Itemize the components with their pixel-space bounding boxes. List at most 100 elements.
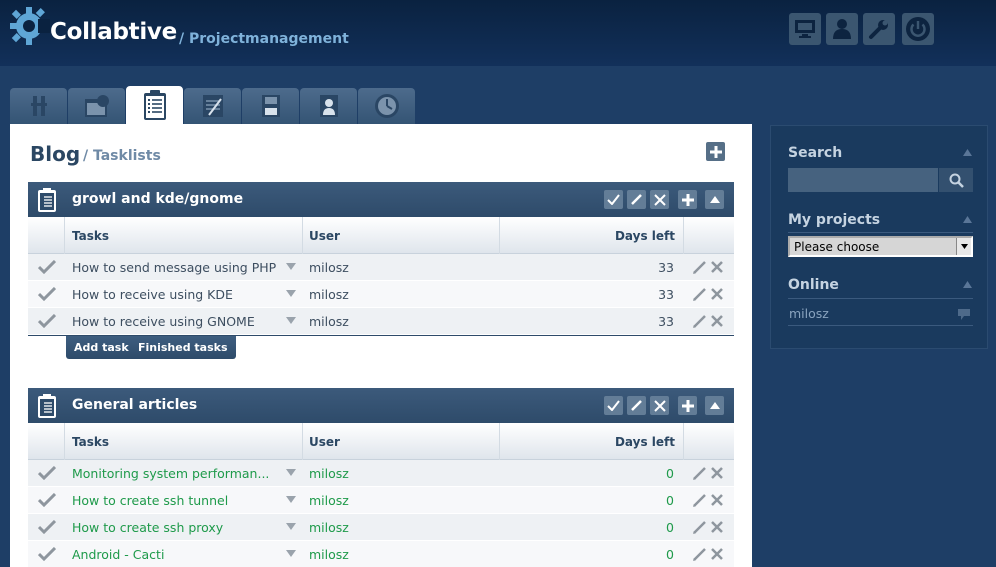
divider xyxy=(788,232,973,233)
pencil-icon[interactable] xyxy=(692,520,707,535)
column-tasks[interactable]: Tasks xyxy=(72,229,109,243)
chevron-down-icon[interactable] xyxy=(286,317,296,324)
user-link[interactable]: milosz xyxy=(309,287,349,302)
user-link[interactable]: milosz xyxy=(309,314,349,329)
task-link[interactable]: Android - Cacti xyxy=(72,547,164,562)
close-icon[interactable] xyxy=(710,260,724,274)
tab-calendar[interactable] xyxy=(68,88,125,124)
user-link[interactable]: milosz xyxy=(309,260,349,275)
desktop-button[interactable] xyxy=(789,13,821,45)
close-icon[interactable] xyxy=(710,547,724,561)
chevron-down-icon[interactable] xyxy=(286,290,296,297)
tasklist-title[interactable]: growl and kde/gnome xyxy=(72,191,243,207)
close-icon[interactable] xyxy=(710,493,724,507)
add-task-icon-button[interactable] xyxy=(678,190,697,209)
chevron-down-icon[interactable] xyxy=(286,496,296,503)
add-tasklist-button[interactable] xyxy=(706,142,725,161)
pencil-icon[interactable] xyxy=(692,287,707,302)
check-icon[interactable] xyxy=(38,287,56,301)
task-link[interactable]: How to create ssh tunnel xyxy=(72,493,228,508)
days-left: 33 xyxy=(658,314,674,329)
save-icon xyxy=(261,95,280,117)
finished-tasks-button[interactable]: Finished tasks xyxy=(130,336,236,359)
tab-desktop[interactable] xyxy=(10,88,67,124)
tab-tasks[interactable] xyxy=(126,86,183,124)
check-icon[interactable] xyxy=(38,547,56,561)
edit-list-button[interactable] xyxy=(627,190,646,209)
chevron-up-icon[interactable] xyxy=(963,281,972,288)
search-input[interactable] xyxy=(788,168,938,192)
tab-users[interactable] xyxy=(300,88,357,124)
check-icon[interactable] xyxy=(38,466,56,480)
tab-messages[interactable] xyxy=(184,88,241,124)
pencil-icon[interactable] xyxy=(692,547,707,562)
desktop-icon xyxy=(795,20,815,38)
delete-list-button[interactable] xyxy=(650,396,669,415)
task-link[interactable]: How to create ssh proxy xyxy=(72,520,223,535)
pencil-icon[interactable] xyxy=(692,493,707,508)
table-row: Android - Cacti milosz 0 xyxy=(28,541,734,567)
gear-logo-icon xyxy=(10,7,50,45)
user-link[interactable]: milosz xyxy=(309,520,349,535)
user-link[interactable]: milosz xyxy=(309,493,349,508)
chevron-up-icon[interactable] xyxy=(963,149,972,156)
delete-list-button[interactable] xyxy=(650,190,669,209)
user-icon xyxy=(833,19,851,39)
dropdown-arrow[interactable] xyxy=(956,238,971,255)
close-list-button[interactable] xyxy=(604,396,623,415)
collapse-button[interactable] xyxy=(705,396,724,415)
collapse-button[interactable] xyxy=(705,190,724,209)
pencil-icon[interactable] xyxy=(692,260,707,275)
task-link[interactable]: How to receive using KDE xyxy=(72,287,233,302)
search-button[interactable] xyxy=(939,168,973,192)
chevron-down-icon[interactable] xyxy=(286,550,296,557)
check-icon[interactable] xyxy=(38,493,56,507)
tab-files[interactable] xyxy=(242,88,299,124)
add-task-button[interactable]: Add task xyxy=(66,336,137,359)
column-days-left[interactable]: Days left xyxy=(615,229,675,243)
table-row: How to send message using PHP milosz 33 xyxy=(28,254,734,281)
pencil-icon[interactable] xyxy=(692,466,707,481)
close-icon[interactable] xyxy=(710,466,724,480)
close-list-button[interactable] xyxy=(604,190,623,209)
user-link[interactable]: milosz xyxy=(309,466,349,481)
close-icon xyxy=(653,193,666,206)
column-header: Tasks User Days left xyxy=(28,423,734,460)
chevron-down-icon[interactable] xyxy=(286,523,296,530)
close-icon[interactable] xyxy=(710,314,724,328)
task-link[interactable]: How to send message using PHP xyxy=(72,260,276,275)
check-icon[interactable] xyxy=(38,520,56,534)
edit-list-button[interactable] xyxy=(627,396,646,415)
column-days-left[interactable]: Days left xyxy=(615,435,675,449)
chevron-down-icon[interactable] xyxy=(286,469,296,476)
task-link[interactable]: How to receive using GNOME xyxy=(72,314,255,329)
divider xyxy=(788,325,973,326)
column-user[interactable]: User xyxy=(309,435,340,449)
close-icon[interactable] xyxy=(710,287,724,301)
task-link[interactable]: Monitoring system performan... xyxy=(72,466,269,481)
profile-button[interactable] xyxy=(826,13,858,45)
page-title[interactable]: Blog xyxy=(30,142,80,166)
add-task-icon-button[interactable] xyxy=(678,396,697,415)
days-left: 33 xyxy=(658,287,674,302)
divider xyxy=(788,298,973,299)
check-icon xyxy=(607,194,620,205)
settings-button[interactable] xyxy=(863,13,895,45)
tasklist-title[interactable]: General articles xyxy=(72,397,197,413)
app-name[interactable]: Collabtive xyxy=(50,19,177,45)
user-link[interactable]: milosz xyxy=(309,547,349,562)
pencil-icon[interactable] xyxy=(692,314,707,329)
plus-icon xyxy=(709,145,722,158)
check-icon[interactable] xyxy=(38,314,56,328)
chat-icon[interactable] xyxy=(957,308,971,321)
check-icon[interactable] xyxy=(38,260,56,274)
column-user[interactable]: User xyxy=(309,229,340,243)
online-user[interactable]: milosz xyxy=(789,306,829,321)
logout-button[interactable] xyxy=(902,13,934,45)
chevron-up-icon[interactable] xyxy=(963,216,972,223)
column-tasks[interactable]: Tasks xyxy=(72,435,109,449)
close-icon[interactable] xyxy=(710,520,724,534)
tab-timetracker[interactable] xyxy=(358,88,415,124)
project-select[interactable]: Please choose xyxy=(788,236,973,257)
chevron-down-icon[interactable] xyxy=(286,263,296,270)
